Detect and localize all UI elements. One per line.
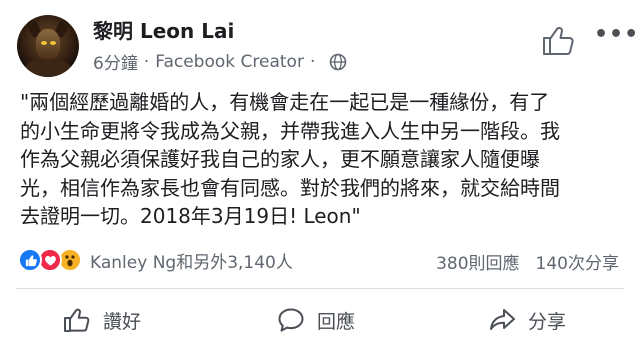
share-button[interactable]: 分享 bbox=[488, 305, 566, 335]
facebook-post: 黎明 Leon Lai 6分鐘 · Facebook Creator · •••… bbox=[0, 0, 640, 352]
globe-icon bbox=[330, 53, 347, 70]
comment-icon bbox=[278, 308, 304, 332]
more-horizontal-icon[interactable]: ••• bbox=[594, 22, 639, 47]
post-text-line: 去證明一切。2018年3月19日! Leon" bbox=[20, 204, 361, 228]
divider bbox=[16, 288, 624, 289]
share-button-label: 分享 bbox=[528, 310, 567, 333]
post-text-line: 光，相信作為家長也會有同感。對於我們的將來，就交給時間 bbox=[20, 175, 560, 200]
thumbs-up-icon bbox=[64, 308, 90, 332]
reactors-text[interactable]: Kanley Ng和另外3,140人 bbox=[90, 248, 293, 273]
post-text-line: "兩個經歷過離婚的人，有機會走在一起已是一種緣份，有了 bbox=[20, 90, 550, 114]
author-name[interactable]: 黎明 Leon Lai bbox=[93, 15, 234, 44]
post-meta: 6分鐘 · Facebook Creator · bbox=[93, 49, 347, 74]
meta-separator: · bbox=[309, 51, 316, 72]
share-icon bbox=[490, 309, 515, 330]
author-avatar[interactable] bbox=[17, 15, 79, 77]
comment-button-label: 回應 bbox=[317, 310, 356, 333]
reactions-summary[interactable]: Kanley Ng和另外3,140人 bbox=[18, 246, 293, 274]
engagement-counts: 380則回應 140次分享 bbox=[436, 249, 619, 274]
comment-count[interactable]: 380則回應 bbox=[436, 254, 519, 274]
like-button[interactable]: 讚好 bbox=[63, 305, 141, 335]
post-time[interactable]: 6分鐘 bbox=[93, 49, 138, 74]
author-role: Facebook Creator bbox=[155, 51, 304, 72]
like-reaction-icon bbox=[18, 248, 42, 272]
post-text-line: 作為父親必須保護好我自己的家人，更不願意讓家人隨便曝 bbox=[20, 147, 540, 171]
meta-separator: · bbox=[143, 51, 150, 72]
post-text: "兩個經歷過離婚的人，有機會走在一起已是一種緣份，有了 的小生命更將令我成為父親… bbox=[20, 88, 630, 231]
thumbs-up-icon[interactable] bbox=[541, 25, 577, 57]
like-button-label: 讚好 bbox=[103, 310, 142, 333]
share-count[interactable]: 140次分享 bbox=[536, 254, 619, 274]
comment-button[interactable]: 回應 bbox=[277, 305, 355, 335]
post-text-line: 的小生命更將令我成為父親，并帶我進入人生中另一階段。我 bbox=[20, 118, 560, 143]
